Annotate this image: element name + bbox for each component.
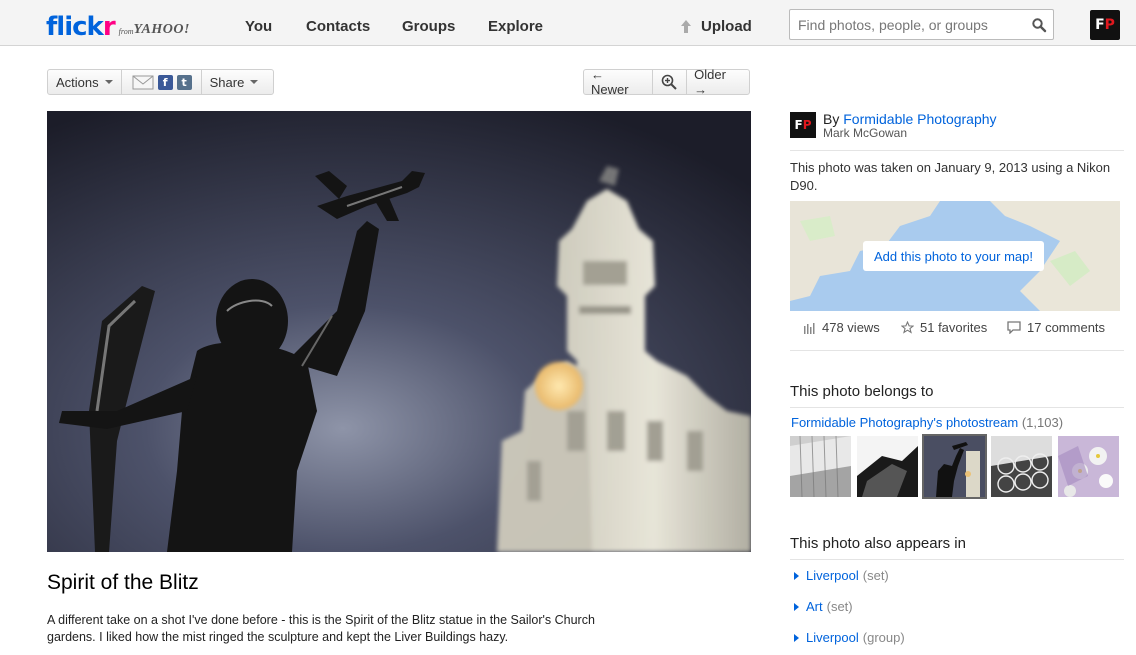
caret-right-icon [794,602,799,611]
avatar-letter-p: P [1104,17,1115,33]
thumbnail-5[interactable] [1058,436,1119,497]
avatar-letter-p: P [802,118,812,132]
owner-name-link[interactable]: Formidable Photography [843,111,996,127]
owner-info: FP By Formidable Photography Mark McGowa… [790,111,997,140]
comments-stat[interactable]: 17 comments [1007,320,1105,335]
logo-flickr-text: flick [46,12,104,42]
owner-avatar[interactable]: FP [790,112,816,138]
set-item-art[interactable]: Art (set) [794,599,853,614]
set-kind: (group) [862,630,905,645]
favorites-stat[interactable]: 51 favorites [901,320,987,335]
main-photo[interactable] [47,111,751,552]
tumblr-icon[interactable]: t [176,74,192,90]
chevron-down-icon [250,80,259,84]
share-label: Share [209,74,245,90]
upload-link[interactable]: Upload [679,18,752,35]
photostream-link[interactable]: Formidable Photography's photostream (1,… [791,415,1063,430]
thumbnail-1[interactable] [790,436,851,497]
top-navigation-bar: flickr from YAHOO! You Contacts Groups E… [0,0,1136,46]
nav-groups[interactable]: Groups [402,18,455,35]
divider [790,150,1124,151]
owner-byline: By Formidable Photography [823,111,997,127]
owner-real-name: Mark McGowan [823,126,908,140]
user-avatar[interactable]: FP [1090,10,1120,40]
older-label: Older → [694,67,726,97]
share-button[interactable]: Share [202,70,267,94]
actions-label: Actions [56,74,99,90]
newer-button[interactable]: ← Newer [584,67,652,97]
views-count: 478 views [822,320,880,335]
nav-you[interactable]: You [245,18,272,35]
share-icons-group: f t [122,70,201,94]
facebook-icon[interactable]: f [157,74,173,90]
upload-label: Upload [701,18,752,35]
photo-map[interactable]: Add this photo to your map! [790,201,1120,311]
views-bars-icon [804,322,815,334]
thumbnail-3-current[interactable] [922,434,987,499]
comments-count: 17 comments [1027,320,1106,335]
caret-right-icon [794,633,799,642]
thumbnail-1-image [790,436,851,497]
photostream-label: Formidable Photography's photostream [791,415,1019,430]
photo-taken-info: This photo was taken on January 9, 2013 … [790,160,1111,193]
chevron-down-icon [104,80,113,84]
actions-button[interactable]: Actions [48,70,121,94]
older-button[interactable]: Older → [687,67,749,97]
set-kind: (set) [862,568,889,583]
photo-actions-toolbar: Actions f t Share [47,69,274,95]
divider [790,350,1124,351]
set-name: Liverpool [806,568,859,583]
group-item-liverpool[interactable]: Liverpool (group) [794,630,905,645]
avatar-letter-f: F [1095,17,1105,33]
photostream-thumbnails [790,434,1125,499]
search-box [789,9,1054,40]
views-stat: 478 views [804,320,880,335]
avatar-letter-f: F [794,118,803,132]
photo-image [47,111,751,552]
divider [790,559,1124,560]
flickr-logo[interactable]: flickr from YAHOO! [46,4,190,40]
thumbnail-2-image [857,436,918,497]
photostream-count: (1,103) [1021,415,1064,430]
star-icon [901,321,914,334]
search-icon[interactable] [1031,17,1047,33]
thumbnail-4[interactable] [991,436,1052,497]
logo-wordmark: flickr [46,12,116,42]
caret-right-icon [794,571,799,580]
thumbnail-2[interactable] [857,436,918,497]
favorites-count: 51 favorites [920,320,988,335]
set-item-liverpool[interactable]: Liverpool (set) [794,568,889,583]
logo-yahoo-text: YAHOO! [133,22,190,37]
upload-arrow-icon [679,19,693,34]
also-appears-heading: This photo also appears in [790,535,966,552]
thumbnail-4-image [991,436,1052,497]
thumbnail-5-image [1058,436,1119,497]
set-name: Art [806,599,823,614]
newer-label: ← Newer [591,67,629,97]
search-input[interactable] [790,10,1026,39]
photo-title: Spirit of the Blitz [47,571,199,594]
zoom-button[interactable] [653,70,687,94]
thumbnail-3-image [924,436,985,497]
photo-description: A different take on a shot I've done bef… [47,613,595,644]
set-name: Liverpool [806,630,859,645]
comment-bubble-icon [1007,321,1021,334]
nav-contacts[interactable]: Contacts [306,18,370,35]
logo-r-text: r [102,12,116,42]
nav-explore[interactable]: Explore [488,18,543,35]
set-kind: (set) [826,599,853,614]
photo-navigation: ← Newer Older → [583,67,750,97]
belongs-to-heading: This photo belongs to [790,383,934,400]
zoom-in-icon [662,74,678,90]
by-label: By [823,111,840,127]
logo-from-text: from [118,27,134,36]
add-to-map-button[interactable]: Add this photo to your map! [863,241,1044,271]
divider [790,407,1124,408]
email-icon[interactable] [132,75,154,90]
